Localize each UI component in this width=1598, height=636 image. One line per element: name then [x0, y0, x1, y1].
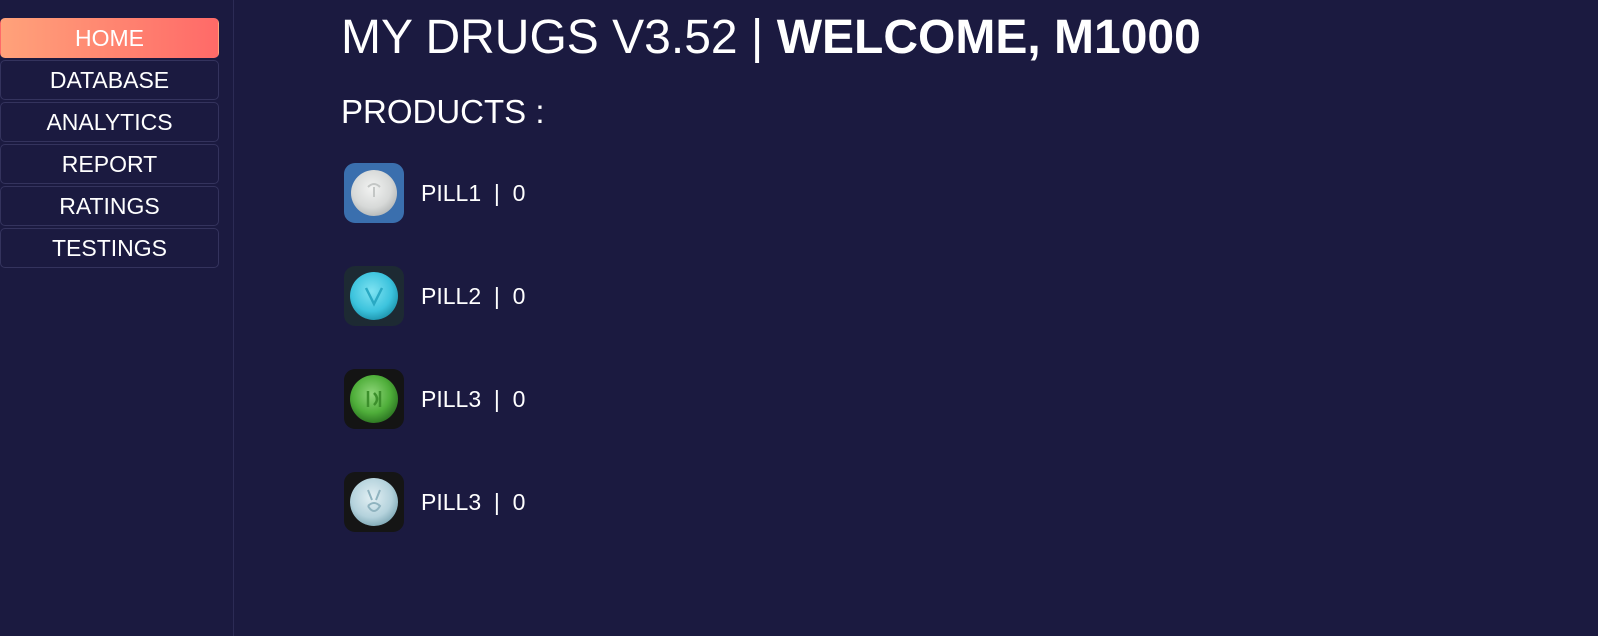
product-separator: |: [481, 282, 513, 309]
sidebar-item-label: HOME: [75, 24, 144, 51]
product-count: 0: [512, 385, 526, 412]
product-item[interactable]: PILL3 | 0: [344, 369, 525, 429]
products-heading: PRODUCTS :: [341, 93, 545, 130]
product-name: PILL3: [421, 385, 482, 412]
sidebar-item-label: REPORT: [61, 150, 158, 177]
product-item[interactable]: PILL2 | 0: [344, 266, 525, 326]
sidebar-item-home[interactable]: HOME: [0, 18, 219, 58]
product-item[interactable]: PILL1 | 0: [344, 163, 525, 223]
product-count: 0: [512, 179, 526, 206]
sidebar: HOME DATABASE ANALYTICS REPORT RATINGS T…: [0, 0, 234, 636]
page-title: MY DRUGS V3.52 | WELCOME, M1000: [341, 10, 1201, 66]
sidebar-item-label: ANALYTICS: [46, 108, 173, 135]
sidebar-item-ratings[interactable]: RATINGS: [0, 186, 219, 226]
app-title: MY DRUGS V3.52 |: [341, 11, 777, 64]
light-blue-pill-icon: [344, 472, 404, 532]
blue-pill-icon: [344, 266, 404, 326]
product-count: 0: [512, 282, 526, 309]
product-name: PILL1: [421, 179, 482, 206]
welcome-text: WELCOME, M1000: [776, 11, 1201, 64]
sidebar-item-report[interactable]: REPORT: [0, 144, 219, 184]
product-separator: |: [481, 179, 513, 206]
product-count: 0: [512, 488, 526, 515]
sidebar-item-testings[interactable]: TESTINGS: [0, 228, 219, 268]
sidebar-item-label: DATABASE: [49, 66, 170, 93]
white-pill-icon: [344, 163, 404, 223]
green-pill-icon: [344, 369, 404, 429]
product-item[interactable]: PILL3 | 0: [344, 472, 525, 532]
product-separator: |: [481, 385, 513, 412]
sidebar-item-analytics[interactable]: ANALYTICS: [0, 102, 219, 142]
sidebar-item-label: RATINGS: [59, 192, 160, 219]
product-name: PILL3: [421, 488, 482, 515]
sidebar-item-database[interactable]: DATABASE: [0, 60, 219, 100]
sidebar-nav: HOME DATABASE ANALYTICS REPORT RATINGS T…: [0, 18, 219, 270]
product-name: PILL2: [421, 282, 482, 309]
sidebar-item-label: TESTINGS: [51, 234, 167, 261]
product-separator: |: [481, 488, 513, 515]
